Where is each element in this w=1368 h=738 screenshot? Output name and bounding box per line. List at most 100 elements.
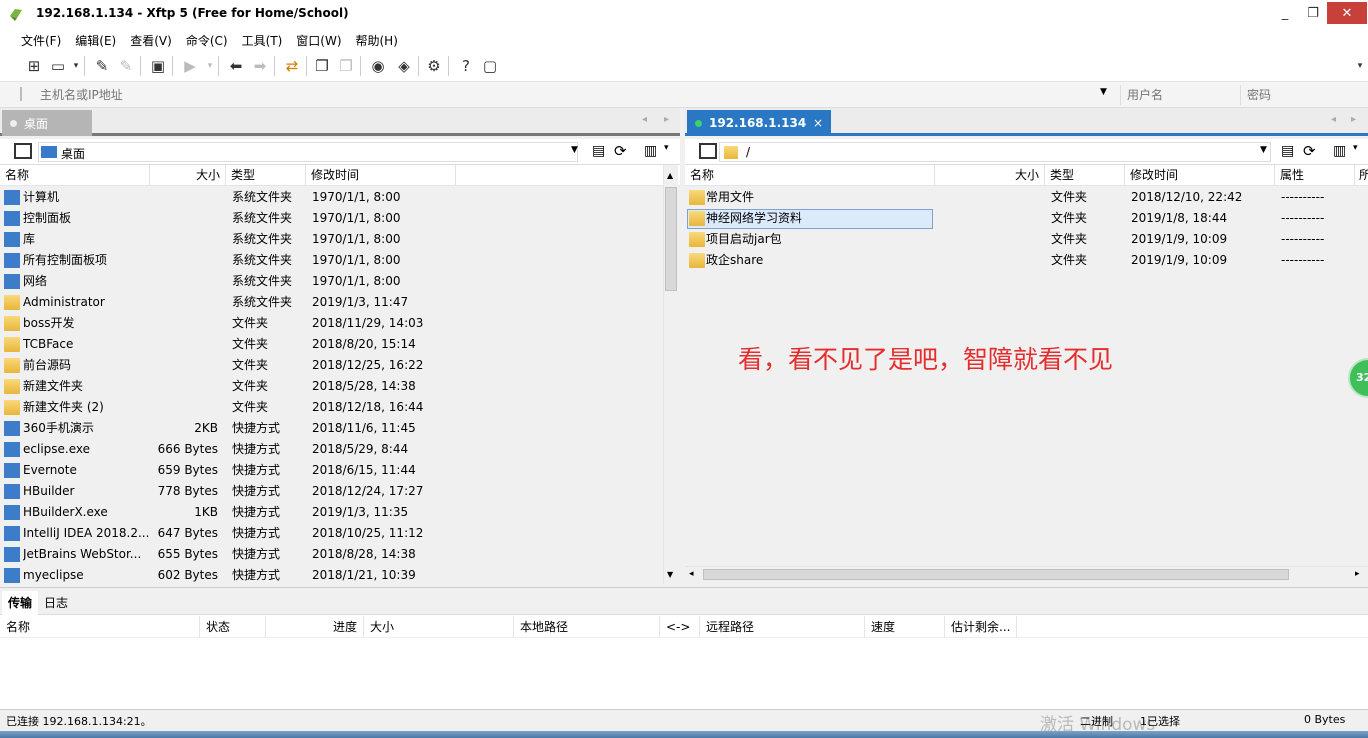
column-type[interactable]: 类型 xyxy=(1045,165,1125,186)
tab-desktop[interactable]: 桌面 xyxy=(2,110,92,136)
scroll-left-icon[interactable]: ◂ xyxy=(689,569,694,579)
column-progress[interactable]: 进度 xyxy=(266,616,364,638)
paste-icon[interactable]: ❐ xyxy=(336,56,356,76)
tab-scroll-left-icon[interactable]: ◂ xyxy=(642,114,647,125)
new-session-icon[interactable]: ⊞ xyxy=(24,56,44,76)
column-mtime[interactable]: 修改时间 xyxy=(1125,165,1275,186)
scroll-thumb[interactable] xyxy=(703,569,1289,580)
toggle-tree-icon[interactable] xyxy=(14,143,32,159)
column-size[interactable]: 大小 xyxy=(935,165,1045,186)
chevron-down-icon[interactable]: ▾ xyxy=(664,143,669,153)
tab-scroll-right-icon[interactable]: ▸ xyxy=(664,114,669,125)
column-name[interactable]: 名称 xyxy=(0,616,200,638)
tab-remote-host[interactable]: 192.168.1.134 × xyxy=(687,110,831,136)
xshell-icon[interactable]: ◉ xyxy=(368,56,388,76)
tab-close-icon[interactable]: × xyxy=(813,116,823,130)
table-row[interactable]: 计算机 系统文件夹 1970/1/1, 8:00 xyxy=(0,187,680,208)
local-vertical-scrollbar[interactable]: ▲ ▼ xyxy=(663,165,678,584)
column-local-path[interactable]: 本地路径 xyxy=(514,616,660,638)
terminal-icon[interactable]: ▶ xyxy=(180,56,200,76)
forward-arrow-icon[interactable]: ➡ xyxy=(250,56,270,76)
column-name[interactable]: 名称 xyxy=(0,165,150,186)
password-input[interactable] xyxy=(1240,85,1356,105)
host-input[interactable] xyxy=(10,85,1114,105)
table-row[interactable]: 项目启动jar包 文件夹 2019/1/9, 10:09 ---------- xyxy=(685,229,1368,250)
column-direction[interactable]: <-> xyxy=(660,616,700,638)
table-row[interactable]: HBuilder 778 Bytes 快捷方式 2018/12/24, 17:27 xyxy=(0,481,680,502)
menu-item[interactable]: 帮助(H) xyxy=(349,32,405,49)
gear-icon[interactable]: ⚙ xyxy=(424,56,444,76)
properties-icon[interactable]: ▣ xyxy=(148,56,168,76)
tab-log[interactable]: 日志 xyxy=(38,591,74,615)
column-eta[interactable]: 估计剩余... xyxy=(945,616,1017,638)
maximize-button[interactable]: ❐ xyxy=(1298,2,1328,24)
tab-scroll-right-icon[interactable]: ▸ xyxy=(1351,114,1356,125)
connect-icon[interactable]: ✎ xyxy=(92,56,112,76)
menu-item[interactable]: 命令(C) xyxy=(179,32,235,49)
transfer-icon[interactable]: ⇄ xyxy=(282,56,302,76)
scroll-thumb[interactable] xyxy=(665,187,677,291)
table-row[interactable]: Evernote 659 Bytes 快捷方式 2018/6/15, 11:44 xyxy=(0,460,680,481)
chevron-down-icon[interactable]: ▾ xyxy=(1350,56,1368,76)
column-speed[interactable]: 速度 xyxy=(865,616,945,638)
table-row[interactable]: Administrator 系统文件夹 2019/1/3, 11:47 xyxy=(0,292,680,313)
table-row[interactable]: 新建文件夹 (2) 文件夹 2018/12/18, 16:44 xyxy=(0,397,680,418)
chevron-down-icon[interactable]: ▼ xyxy=(1100,87,1107,97)
toggle-tree-icon[interactable] xyxy=(699,143,717,159)
column-size[interactable]: 大小 xyxy=(364,616,514,638)
view-mode-icon[interactable]: ▥ xyxy=(644,143,657,159)
scroll-right-icon[interactable]: ▸ xyxy=(1355,569,1360,579)
remote-horizontal-scrollbar[interactable]: ◂ ▸ xyxy=(685,566,1368,582)
chevron-down-icon[interactable]: ▾ xyxy=(200,56,220,76)
column-size[interactable]: 大小 xyxy=(150,165,226,186)
table-row[interactable]: boss开发 文件夹 2018/11/29, 14:03 xyxy=(0,313,680,334)
column-remote-path[interactable]: 远程路径 xyxy=(700,616,865,638)
column-mtime[interactable]: 修改时间 xyxy=(306,165,456,186)
help-icon[interactable]: ? xyxy=(456,56,476,76)
tab-transfer[interactable]: 传输 xyxy=(2,591,39,615)
table-row[interactable]: 库 系统文件夹 1970/1/1, 8:00 xyxy=(0,229,680,250)
refresh-icon[interactable]: ⟳ xyxy=(614,142,627,160)
table-row[interactable]: HBuilderX.exe 1KB 快捷方式 2019/1/3, 11:35 xyxy=(0,502,680,523)
menu-item[interactable]: 文件(F) xyxy=(14,32,68,49)
local-path-combo[interactable]: 桌面 ▼ xyxy=(38,142,578,162)
menu-item[interactable]: 工具(T) xyxy=(235,32,290,49)
table-row[interactable]: eclipse.exe 666 Bytes 快捷方式 2018/5/29, 8:44 xyxy=(0,439,680,460)
open-folder-icon[interactable]: ▭ xyxy=(48,56,68,76)
scroll-up-icon[interactable]: ▲ xyxy=(667,171,673,180)
menu-item[interactable]: 编辑(E) xyxy=(68,32,123,49)
copy-icon[interactable]: ❐ xyxy=(312,56,332,76)
table-row[interactable]: JetBrains WebStor... 655 Bytes 快捷方式 2018/8/… xyxy=(0,544,680,565)
minimize-button[interactable]: _ xyxy=(1270,2,1300,24)
chevron-down-icon[interactable]: ▾ xyxy=(1353,143,1358,153)
refresh-icon[interactable]: ⟳ xyxy=(1303,142,1316,160)
username-input[interactable] xyxy=(1120,85,1238,105)
column-status[interactable]: 状态 xyxy=(200,616,266,638)
close-button[interactable]: ✕ xyxy=(1327,2,1367,24)
folder-up-icon[interactable]: ▤ xyxy=(592,143,605,159)
column-owner[interactable]: 所 xyxy=(1355,165,1368,186)
back-arrow-icon[interactable]: ⬅ xyxy=(226,56,246,76)
table-row[interactable]: IntelliJ IDEA 2018.2... 647 Bytes 快捷方式 2018… xyxy=(0,523,680,544)
tab-scroll-left-icon[interactable]: ◂ xyxy=(1331,114,1336,125)
remote-path-combo[interactable]: / ▼ xyxy=(719,142,1271,162)
view-mode-icon[interactable]: ▥ xyxy=(1333,143,1346,159)
table-row[interactable]: 常用文件 文件夹 2018/12/10, 22:42 ---------- xyxy=(685,187,1368,208)
table-row[interactable]: 网络 系统文件夹 1970/1/1, 8:00 xyxy=(0,271,680,292)
table-row[interactable]: 360手机演示 2KB 快捷方式 2018/11/6, 11:45 xyxy=(0,418,680,439)
column-type[interactable]: 类型 xyxy=(226,165,306,186)
column-attributes[interactable]: 属性 xyxy=(1275,165,1355,186)
table-row[interactable]: 神经网络学习资料 文件夹 2019/1/8, 18:44 ---------- xyxy=(685,208,1368,229)
chevron-down-icon[interactable]: ▾ xyxy=(66,56,86,76)
table-row[interactable]: TCBFace 文件夹 2018/8/20, 15:14 xyxy=(0,334,680,355)
folder-up-icon[interactable]: ▤ xyxy=(1281,143,1294,159)
table-row[interactable]: 控制面板 系统文件夹 1970/1/1, 8:00 xyxy=(0,208,680,229)
chat-icon[interactable]: ▢ xyxy=(480,56,500,76)
menu-item[interactable]: 查看(V) xyxy=(123,32,179,49)
table-row[interactable]: 前台源码 文件夹 2018/12/25, 16:22 xyxy=(0,355,680,376)
table-row[interactable]: 政企share 文件夹 2019/1/9, 10:09 ---------- xyxy=(685,250,1368,271)
disconnect-icon[interactable]: ✎ xyxy=(116,56,136,76)
table-row[interactable]: myeclipse 602 Bytes 快捷方式 2018/1/21, 10:39 xyxy=(0,565,680,586)
column-name[interactable]: 名称 xyxy=(685,165,935,186)
menu-item[interactable]: 窗口(W) xyxy=(289,32,348,49)
